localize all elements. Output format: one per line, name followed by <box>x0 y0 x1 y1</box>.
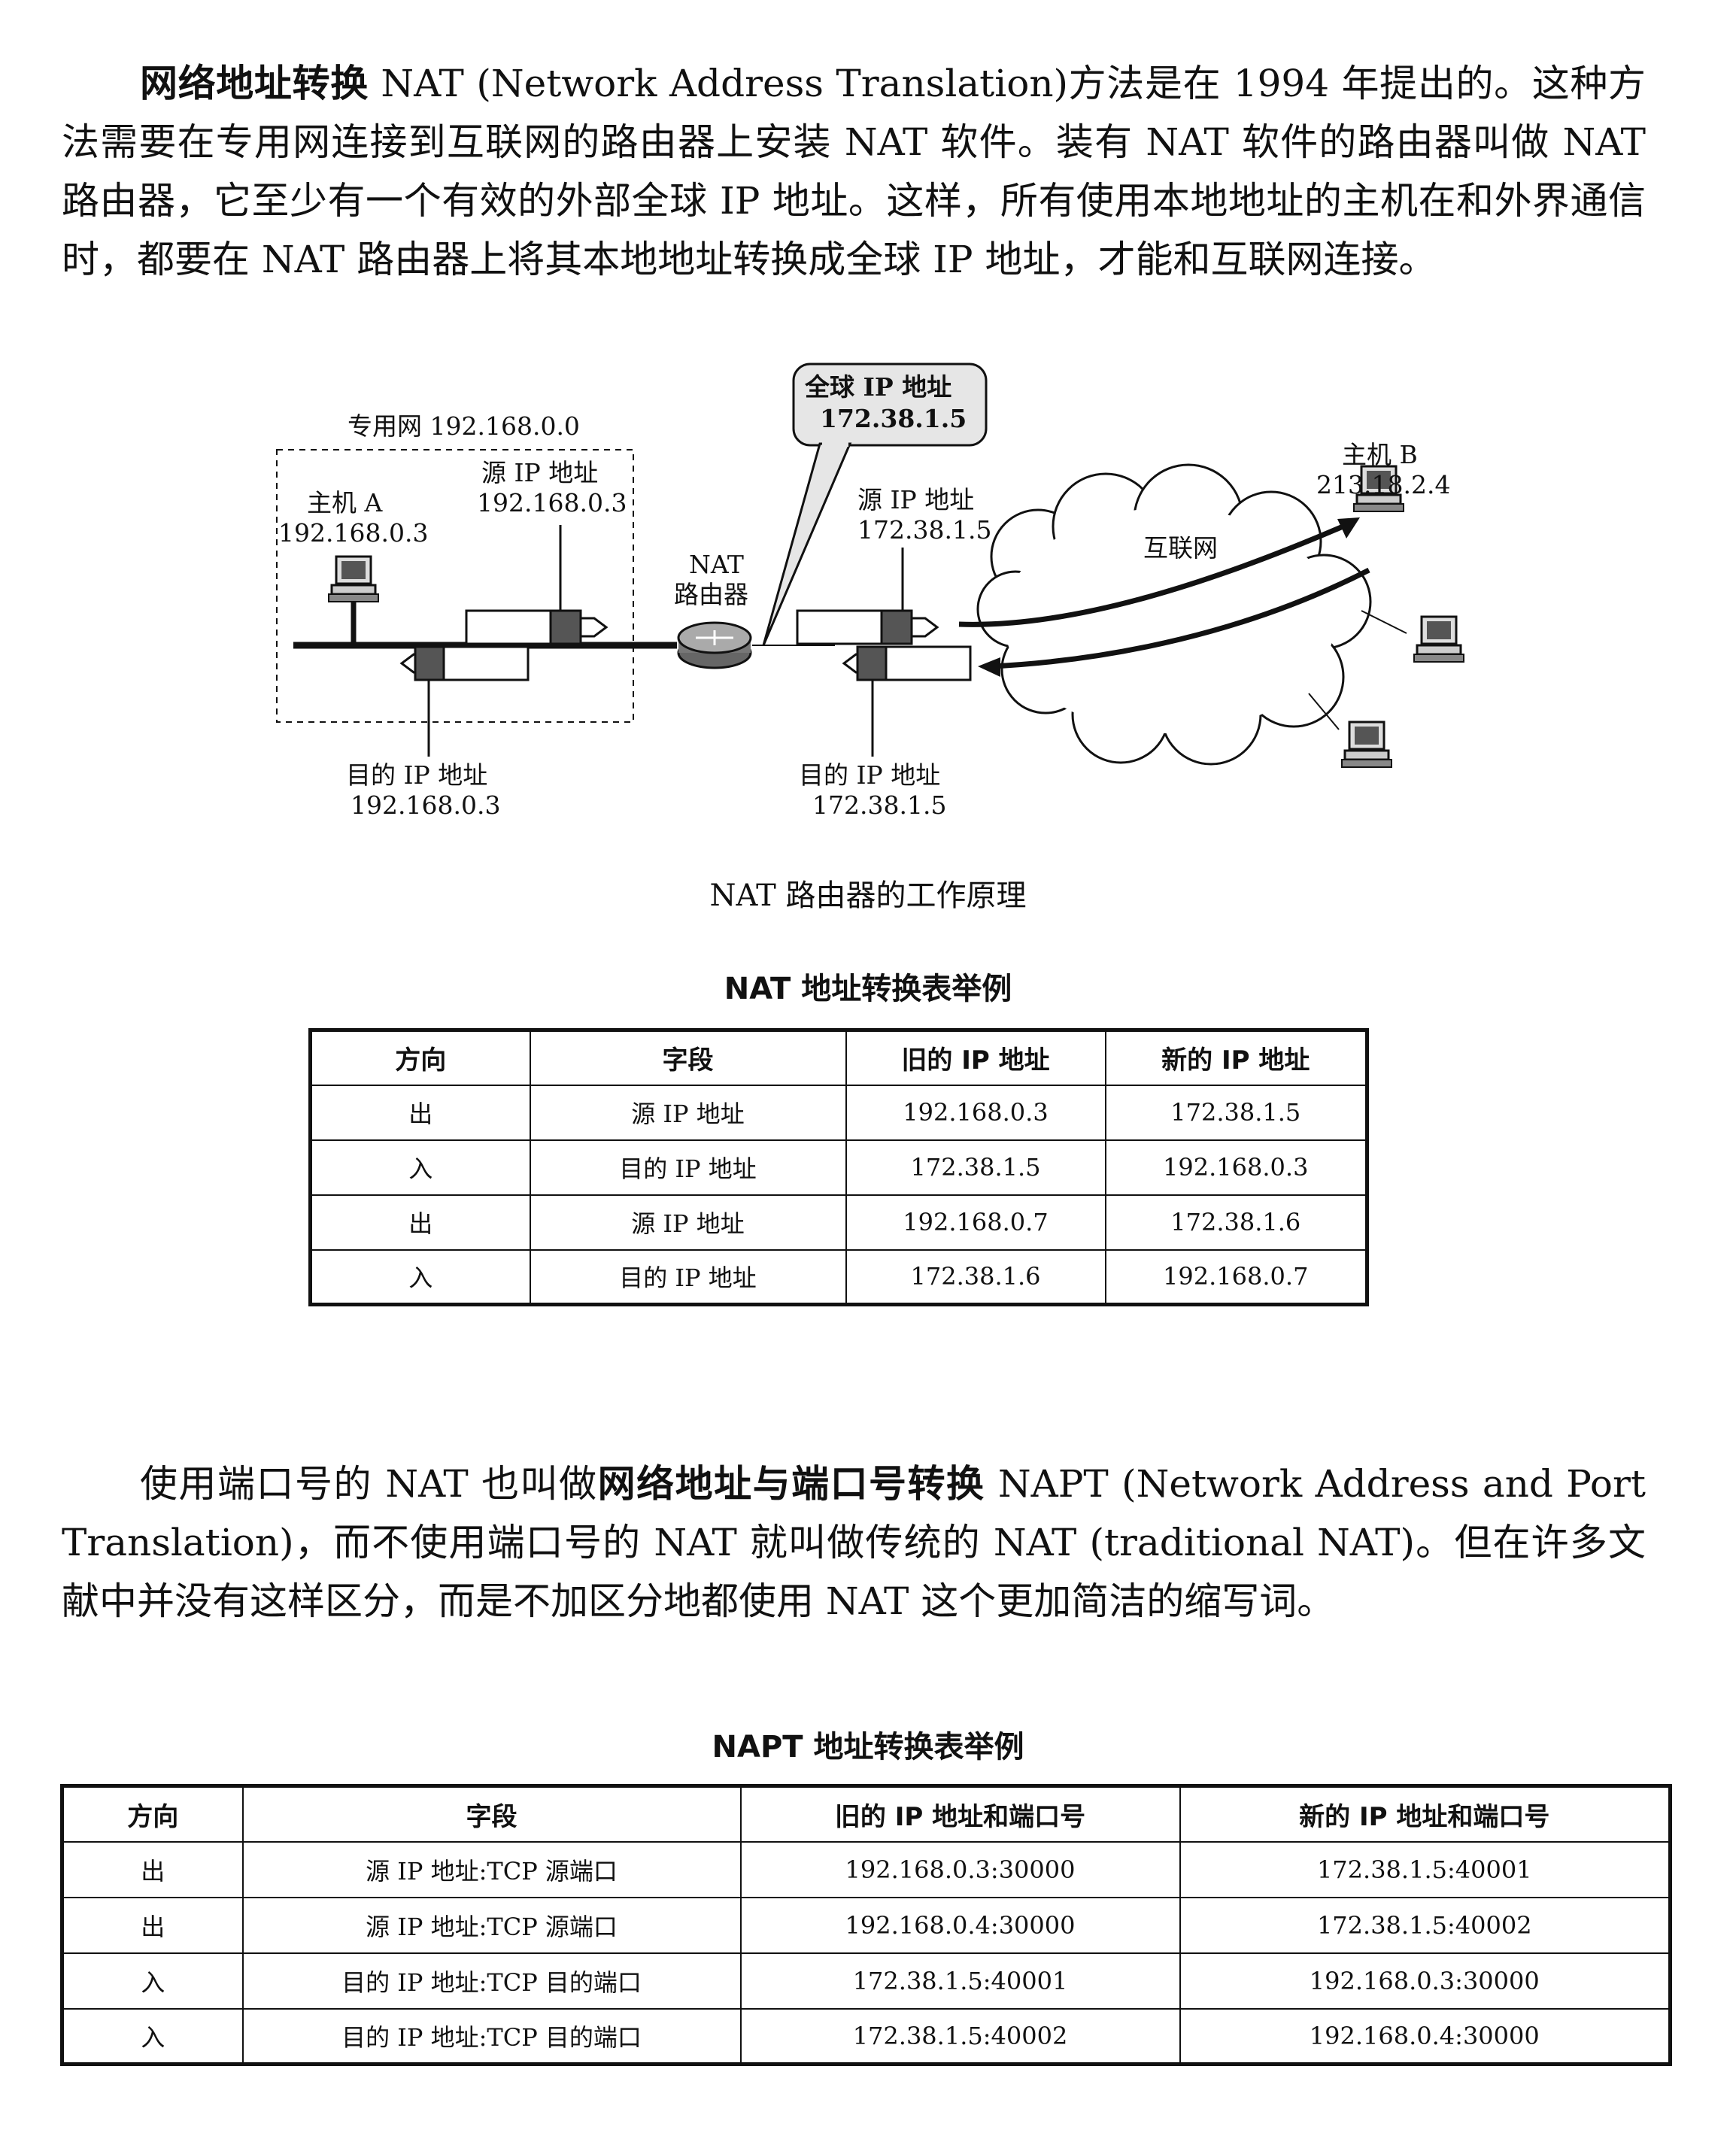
cell-new-ip: 192.168.0.7 <box>1104 1248 1368 1306</box>
para2-term: 网络地址与端口号转换 <box>597 1462 985 1506</box>
cell-old-ip-port: 172.38.1.5:40002 <box>739 2007 1181 2065</box>
table-row: 入 目的 IP 地址:TCP 目的端口 172.38.1.5:40002 192… <box>61 2007 1671 2065</box>
intro-paragraph: 网络地址转换 NAT (Network Address Translation)… <box>62 54 1646 289</box>
cell-field: 目的 IP 地址:TCP 目的端口 <box>241 1952 742 2010</box>
header-new-ip: 新的 IP 地址 <box>1104 1029 1368 1086</box>
cell-old-ip: 172.38.1.5 <box>845 1139 1106 1196</box>
host-a-computer-icon <box>327 555 380 603</box>
cell-new-ip: 192.168.0.3 <box>1104 1139 1368 1196</box>
cell-direction: 出 <box>61 1840 244 1898</box>
napt-table: 方向 字段 旧的 IP 地址和端口号 新的 IP 地址和端口号 出 源 IP 地… <box>60 1784 1672 2066</box>
dst-left-label: 目的 IP 地址 <box>346 760 487 790</box>
cell-direction: 出 <box>309 1194 531 1251</box>
src-right-label: 源 IP 地址 <box>857 485 974 514</box>
para2-pre: 使用端口号的 NAT 也叫做 <box>140 1462 598 1506</box>
cloud-icon <box>976 463 1372 766</box>
cell-new-ip-port: 192.168.0.4:30000 <box>1179 2007 1671 2065</box>
cell-direction: 入 <box>61 1952 244 2010</box>
table-row: 出 源 IP 地址 192.168.0.3 172.38.1.5 <box>309 1084 1368 1141</box>
computer-icon <box>1340 721 1393 769</box>
src-right-ip: 172.38.1.5 <box>857 515 991 545</box>
private-network-label: 专用网 192.168.0.0 <box>348 411 580 441</box>
nat-router-line2: 路由器 <box>674 580 748 609</box>
table-row: 出 源 IP 地址:TCP 源端口 192.168.0.3:30000 172.… <box>61 1840 1671 1898</box>
header-new-ip-port: 新的 IP 地址和端口号 <box>1179 1785 1671 1843</box>
cell-direction: 出 <box>61 1896 244 1954</box>
napt-paragraph: 使用端口号的 NAT 也叫做网络地址与端口号转换 NAPT (Network A… <box>62 1455 1646 1631</box>
cell-old-ip-port: 192.168.0.3:30000 <box>739 1840 1181 1898</box>
host-b-name: 主机 B <box>1342 440 1418 469</box>
table-row: 入 目的 IP 地址:TCP 目的端口 172.38.1.5:40001 192… <box>61 1952 1671 2010</box>
host-a-ip: 192.168.0.3 <box>278 518 428 548</box>
cell-field: 目的 IP 地址:TCP 目的端口 <box>241 2007 742 2065</box>
cell-old-ip: 172.38.1.6 <box>845 1248 1106 1306</box>
computer-icon <box>1413 615 1465 663</box>
nat-router-line1: NAT <box>689 550 744 579</box>
napt-table-header: 方向 字段 旧的 IP 地址和端口号 新的 IP 地址和端口号 <box>61 1785 1671 1843</box>
cell-direction: 出 <box>309 1084 531 1141</box>
cell-field: 源 IP 地址 <box>529 1194 847 1251</box>
router-icon <box>677 621 752 669</box>
cell-new-ip-port: 172.38.1.5:40001 <box>1179 1840 1671 1898</box>
cell-old-ip-port: 172.38.1.5:40001 <box>739 1952 1181 2010</box>
packet-icon <box>465 609 609 645</box>
cell-old-ip: 192.168.0.3 <box>845 1084 1106 1141</box>
figure-caption: NAT 路由器的工作原理 <box>709 878 1027 913</box>
cell-field: 源 IP 地址:TCP 源端口 <box>241 1840 742 1898</box>
host-b-ip: 213.18.2.4 <box>1316 470 1450 499</box>
callout-line2: 172.38.1.5 <box>820 404 967 433</box>
internet-label: 互联网 <box>1143 533 1218 563</box>
packet-icon <box>399 645 530 681</box>
header-field: 字段 <box>241 1785 742 1843</box>
callout-line1: 全球 IP 地址 <box>804 372 951 402</box>
cell-direction: 入 <box>309 1139 531 1196</box>
table-row: 出 源 IP 地址:TCP 源端口 192.168.0.4:30000 172.… <box>61 1896 1671 1954</box>
table-row: 出 源 IP 地址 192.168.0.7 172.38.1.6 <box>309 1194 1368 1251</box>
cell-field: 源 IP 地址:TCP 源端口 <box>241 1896 742 1954</box>
dst-right-label: 目的 IP 地址 <box>799 760 940 790</box>
table-row: 入 目的 IP 地址 172.38.1.6 192.168.0.7 <box>309 1248 1368 1306</box>
header-field: 字段 <box>529 1029 847 1086</box>
dst-left-ip: 192.168.0.3 <box>351 790 500 820</box>
intro-term: 网络地址转换 <box>140 62 369 105</box>
cell-field: 目的 IP 地址 <box>529 1139 847 1196</box>
nat-table-header: 方向 字段 旧的 IP 地址 新的 IP 地址 <box>309 1029 1368 1086</box>
dst-right-ip: 172.38.1.5 <box>812 790 946 820</box>
cell-direction: 入 <box>309 1248 531 1306</box>
cell-field: 目的 IP 地址 <box>529 1248 847 1306</box>
src-left-label: 源 IP 地址 <box>481 458 598 487</box>
header-old-ip-port: 旧的 IP 地址和端口号 <box>739 1785 1181 1843</box>
table-row: 入 目的 IP 地址 172.38.1.5 192.168.0.3 <box>309 1139 1368 1196</box>
header-direction: 方向 <box>61 1785 244 1843</box>
cell-old-ip-port: 192.168.0.4:30000 <box>739 1896 1181 1954</box>
header-direction: 方向 <box>309 1029 531 1086</box>
nat-table: 方向 字段 旧的 IP 地址 新的 IP 地址 出 源 IP 地址 192.16… <box>308 1028 1369 1306</box>
cell-old-ip: 192.168.0.7 <box>845 1194 1106 1251</box>
cell-direction: 入 <box>61 2007 244 2065</box>
cell-new-ip-port: 172.38.1.5:40002 <box>1179 1896 1671 1954</box>
header-old-ip: 旧的 IP 地址 <box>845 1029 1106 1086</box>
cell-field: 源 IP 地址 <box>529 1084 847 1141</box>
cell-new-ip: 172.38.1.6 <box>1104 1194 1368 1251</box>
cell-new-ip-port: 192.168.0.3:30000 <box>1179 1952 1671 2010</box>
nat-diagram: 专用网 192.168.0.0 主机 A 192.168.0.3 源 IP 地址… <box>276 363 1465 820</box>
cell-new-ip: 172.38.1.5 <box>1104 1084 1368 1141</box>
packet-icon <box>796 609 939 645</box>
nat-table-title: NAT 地址转换表举例 <box>724 972 1012 1006</box>
packet-icon <box>842 645 972 681</box>
napt-table-title: NAPT 地址转换表举例 <box>712 1730 1024 1764</box>
host-a-name: 主机 A <box>307 488 383 517</box>
src-left-ip: 192.168.0.3 <box>477 488 627 517</box>
